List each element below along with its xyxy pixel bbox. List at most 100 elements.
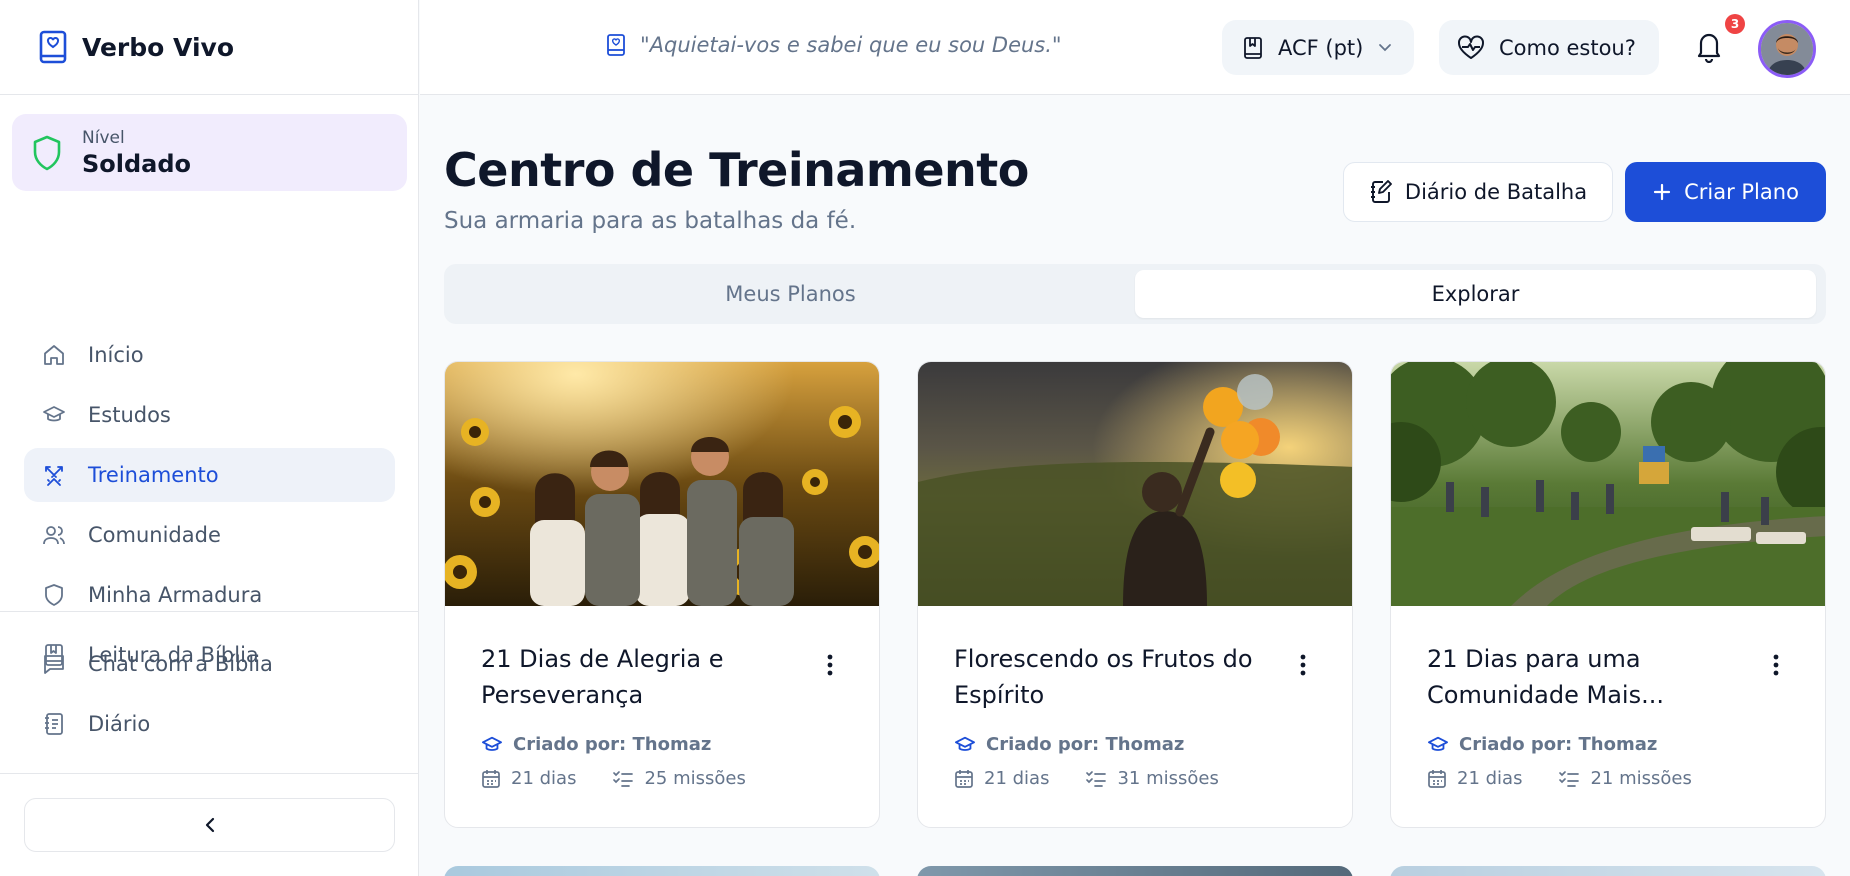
sidebar-item-label: Comunidade — [88, 523, 221, 547]
sidebar-item-inicio[interactable]: Início — [24, 328, 395, 382]
shield-icon — [42, 583, 66, 607]
graduation-cap-icon — [481, 735, 503, 755]
create-plan-label: Criar Plano — [1684, 180, 1799, 204]
calendar-icon — [481, 769, 501, 789]
daily-verse[interactable]: "Aquietai-vos e sabei que eu sou Deus." — [606, 33, 1062, 57]
plan-title: Florescendo os Frutos do Espírito — [954, 645, 1253, 709]
sidebar-item-label: Minha Armadura — [88, 583, 263, 607]
notifications-button[interactable] — [1694, 29, 1724, 63]
home-icon — [42, 343, 66, 367]
more-vertical-icon — [827, 654, 833, 676]
plan-card[interactable]: 21 Dias para uma Comunidade Mais... Cria… — [1390, 361, 1826, 828]
sidebar: Verbo Vivo Nível Soldado Início Estudos … — [0, 0, 419, 876]
graduation-cap-icon — [954, 735, 976, 755]
chevron-down-icon — [1377, 42, 1393, 54]
plan-missions: 25 missões — [644, 768, 746, 789]
graduation-cap-icon — [42, 403, 66, 427]
plan-title: 21 Dias para uma Comunidade Mais... — [1427, 645, 1664, 709]
notebook-icon — [42, 712, 66, 736]
plans-tabs: Meus Planos Explorar — [444, 264, 1826, 324]
plan-title: 21 Dias de Alegria e Perseverança — [481, 645, 724, 709]
brand-name: Verbo Vivo — [82, 32, 234, 62]
bible-book-icon — [606, 33, 626, 57]
plan-author: Criado por: Thomaz — [1427, 734, 1657, 755]
bible-version-select[interactable]: ACF (pt) — [1222, 20, 1414, 75]
sidebar-item-armadura[interactable]: Minha Armadura — [24, 568, 395, 622]
calendar-icon — [954, 769, 974, 789]
level-value: Soldado — [82, 149, 192, 178]
plan-author-text: Criado por: Thomaz — [986, 734, 1185, 755]
notebook-pen-icon — [1369, 179, 1393, 205]
list-checks-icon — [612, 770, 634, 788]
bell-icon — [1694, 29, 1724, 63]
sidebar-divider — [0, 611, 419, 612]
list-checks-icon — [1558, 770, 1580, 788]
plan-duration: 21 dias — [511, 768, 577, 789]
chat-icon — [42, 652, 66, 676]
collapse-sidebar-button[interactable] — [24, 798, 395, 852]
sidebar-item-treinamento[interactable]: Treinamento — [24, 448, 395, 502]
graduation-cap-icon — [1427, 735, 1449, 755]
sidebar-item-label: Estudos — [88, 403, 171, 427]
plan-cover-image — [918, 362, 1352, 606]
heart-pulse-icon — [1457, 35, 1485, 61]
more-vertical-icon — [1300, 654, 1306, 676]
notification-count-badge: 3 — [1725, 14, 1745, 34]
plan-author: Criado por: Thomaz — [954, 734, 1184, 755]
plan-card[interactable] — [444, 866, 880, 876]
more-options-button[interactable] — [827, 654, 833, 676]
plan-card[interactable] — [1390, 866, 1826, 876]
sidebar-item-label: Chat com a Bíblia — [88, 652, 273, 676]
calendar-icon — [1427, 769, 1447, 789]
plan-meta: 21 dias 21 missões — [1427, 768, 1692, 789]
list-checks-icon — [1085, 770, 1107, 788]
plan-meta: 21 dias 31 missões — [954, 768, 1219, 789]
sidebar-item-comunidade[interactable]: Comunidade — [24, 508, 395, 562]
brand[interactable]: Verbo Vivo — [0, 0, 418, 95]
plan-card[interactable] — [917, 866, 1353, 876]
more-vertical-icon — [1773, 654, 1779, 676]
tab-explorar[interactable]: Explorar — [1135, 270, 1816, 318]
bible-book-icon — [38, 30, 68, 64]
battle-journal-button[interactable]: Diário de Batalha — [1343, 162, 1613, 222]
sidebar-item-label: Diário — [88, 712, 151, 736]
plan-missions: 31 missões — [1117, 768, 1219, 789]
level-label: Nível — [82, 127, 125, 148]
plan-author-text: Criado por: Thomaz — [1459, 734, 1658, 755]
more-options-button[interactable] — [1300, 654, 1306, 676]
plan-cover-image — [445, 362, 879, 606]
page-subtitle: Sua armaria para as batalhas da fé. — [444, 208, 857, 234]
sidebar-item-label: Início — [88, 343, 144, 367]
page-title: Centro de Treinamento — [444, 143, 1029, 197]
plan-duration: 21 dias — [1457, 768, 1523, 789]
battle-journal-label: Diário de Batalha — [1404, 180, 1588, 204]
more-options-button[interactable] — [1773, 654, 1779, 676]
sidebar-item-label: Treinamento — [88, 463, 219, 487]
plan-missions: 21 missões — [1590, 768, 1692, 789]
create-plan-button[interactable]: Criar Plano — [1625, 162, 1826, 222]
avatar[interactable] — [1758, 20, 1816, 78]
sidebar-item-estudos[interactable]: Estudos — [24, 388, 395, 442]
shield-icon — [32, 135, 62, 171]
chevron-left-icon — [203, 816, 217, 834]
sidebar-item-chat[interactable]: Chat com a Bíblia — [24, 637, 395, 691]
sidebar-item-diario[interactable]: Diário — [24, 697, 395, 751]
tab-meus-planos[interactable]: Meus Planos — [450, 270, 1131, 318]
level-card: Nível Soldado — [12, 114, 407, 191]
book-icon — [1242, 36, 1264, 60]
plan-card[interactable]: 21 Dias de Alegria e Perseverança Criado… — [444, 361, 880, 828]
topbar: "Aquietai-vos e sabei que eu sou Deus." … — [420, 0, 1850, 95]
plan-author-text: Criado por: Thomaz — [513, 734, 712, 755]
users-icon — [42, 523, 66, 547]
sidebar-divider — [0, 773, 419, 774]
bible-version-value: ACF (pt) — [1278, 35, 1364, 60]
verse-text: "Aquietai-vos e sabei que eu sou Deus." — [640, 33, 1062, 57]
plan-duration: 21 dias — [984, 768, 1050, 789]
swords-icon — [42, 463, 66, 487]
plan-author: Criado por: Thomaz — [481, 734, 711, 755]
plan-cover-image — [1391, 362, 1825, 606]
plan-card[interactable]: Florescendo os Frutos do Espírito Criado… — [917, 361, 1353, 828]
mood-check-label: Como estou? — [1499, 35, 1636, 60]
mood-check-button[interactable]: Como estou? — [1439, 20, 1659, 75]
plan-meta: 21 dias 25 missões — [481, 768, 746, 789]
